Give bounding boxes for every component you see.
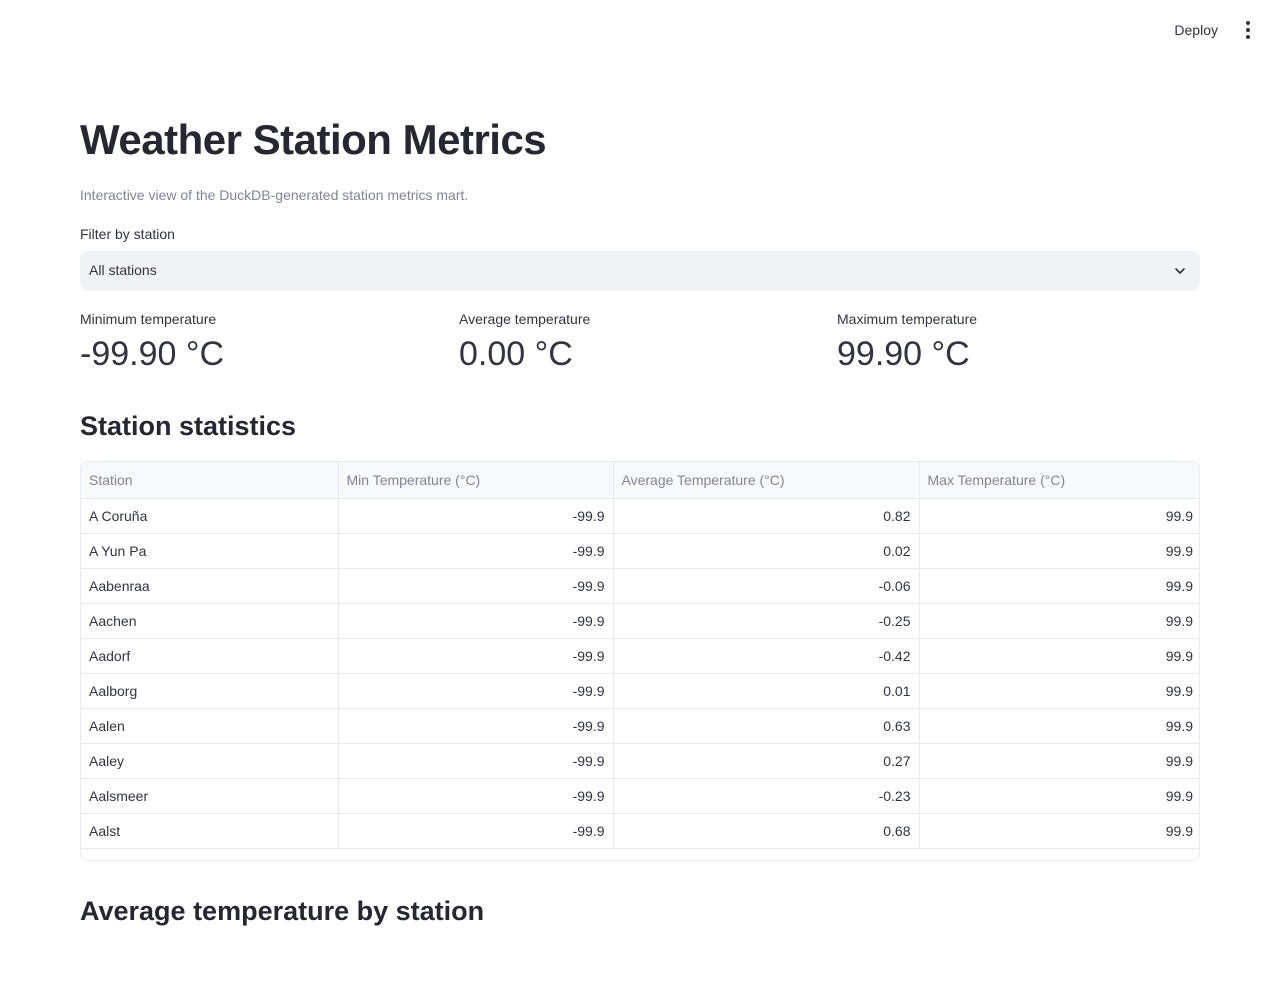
table-cell[interactable]: -99.9 [338,708,614,744]
table-cell[interactable]: 99.9 [919,568,1199,604]
table-cell[interactable]: 99.9 [919,673,1199,709]
table-row: A Coruña -99.9 0.82 99.9 [81,498,1199,534]
table-cell[interactable]: Aalen [81,708,339,744]
column-header-min-temperature[interactable]: Min Temperature (°C) [338,462,614,499]
table-cell[interactable]: Aabenraa [81,568,339,604]
metric-label: Average temperature [459,311,591,327]
station-filter-value: All stations [89,262,157,278]
table-cell[interactable]: -99.9 [338,533,614,569]
table-cell[interactable]: 0.02 [613,533,920,569]
table-cell[interactable]: 0.68 [613,813,920,849]
table-cell[interactable]: -0.42 [613,638,920,674]
table-cell[interactable]: -99.9 [338,568,614,604]
table-cell[interactable]: 0.27 [613,743,920,779]
table-cell[interactable]: -0.06 [613,568,920,604]
table-cell[interactable]: -0.23 [613,778,920,814]
table-cell[interactable]: 99.9 [919,708,1199,744]
table-cell[interactable]: 0.82 [613,498,920,534]
table-cell[interactable]: -0.25 [613,603,920,639]
page-title: Weather Station Metrics [80,116,547,163]
table-cell[interactable]: Aalst [81,813,339,849]
table-cell[interactable]: 99.9 [919,638,1199,674]
vertical-ellipsis-icon[interactable] [1240,18,1256,42]
page-caption: Interactive view of the DuckDB-generated… [80,187,469,203]
table-cell[interactable]: -99.9 [338,638,614,674]
table-row: Aadorf -99.9 -0.42 99.9 [81,638,1199,674]
table-cell[interactable]: 99.9 [919,533,1199,569]
table-row: A Yun Pa -99.9 0.02 99.9 [81,533,1199,569]
table-cell[interactable]: 0.01 [613,673,920,709]
metric-label: Maximum temperature [837,311,978,327]
station-filter-select[interactable]: All stations [80,251,1200,291]
metric-value: 0.00 °C [459,335,573,373]
station-statistics-heading: Station statistics [80,411,297,441]
chevron-down-icon [1175,268,1185,274]
table-row: Aalen -99.9 0.63 99.9 [81,708,1199,744]
station-statistics-table[interactable]: Station Min Temperature (°C) Average Tem… [80,461,1200,861]
table-cell[interactable]: -99.9 [338,673,614,709]
table-cell[interactable]: -99.9 [338,603,614,639]
filter-label: Filter by station [80,226,175,242]
column-header-max-temperature[interactable]: Max Temperature (°C) [919,462,1199,499]
table-cell[interactable]: 99.9 [919,603,1199,639]
table-row: Aachen -99.9 -0.25 99.9 [81,603,1199,639]
metric-label: Minimum temperature [80,311,217,327]
metric-min-temperature: Minimum temperature -99.90 °C [80,311,224,374]
metric-value: -99.90 °C [80,335,225,373]
table-header-row: Station Min Temperature (°C) Average Tem… [81,462,1199,499]
average-temperature-chart-heading: Average temperature by station [80,896,485,926]
table-cell[interactable]: -99.9 [338,743,614,779]
column-header-station[interactable]: Station [81,462,339,499]
table-cell[interactable]: -99.9 [338,498,614,534]
table-cell[interactable]: Aaley [81,743,339,779]
deploy-button[interactable]: Deploy [1174,18,1218,42]
metric-average-temperature: Average temperature 0.00 °C [459,311,590,374]
table-row: Aalst -99.9 0.68 99.9 [81,813,1199,849]
table-cell[interactable]: -99.9 [338,813,614,849]
table-cell[interactable]: Aalsmeer [81,778,339,814]
app-header: Deploy [0,0,1280,60]
table-cell[interactable]: 99.9 [919,813,1199,849]
table-row: Aalborg -99.9 0.01 99.9 [81,673,1199,709]
table-row: Aalsmeer -99.9 -0.23 99.9 [81,778,1199,814]
table-cell[interactable]: Aalborg [81,673,339,709]
table-row: Aaley -99.9 0.27 99.9 [81,743,1199,779]
table-cell[interactable]: Aadorf [81,638,339,674]
column-header-average-temperature[interactable]: Average Temperature (°C) [613,462,920,499]
table-cell[interactable]: Aachen [81,603,339,639]
table-row: Aabenraa -99.9 -0.06 99.9 [81,568,1199,604]
table-cell[interactable]: 99.9 [919,498,1199,534]
metric-max-temperature: Maximum temperature 99.90 °C [837,311,977,374]
metric-value: 99.90 °C [837,335,970,373]
table-cell[interactable]: -99.9 [338,778,614,814]
table-cell[interactable]: 99.9 [919,778,1199,814]
table-cell[interactable]: A Coruña [81,498,339,534]
table-cell[interactable]: A Yun Pa [81,533,339,569]
table-cell[interactable]: 0.63 [613,708,920,744]
table-cell[interactable]: 99.9 [919,743,1199,779]
